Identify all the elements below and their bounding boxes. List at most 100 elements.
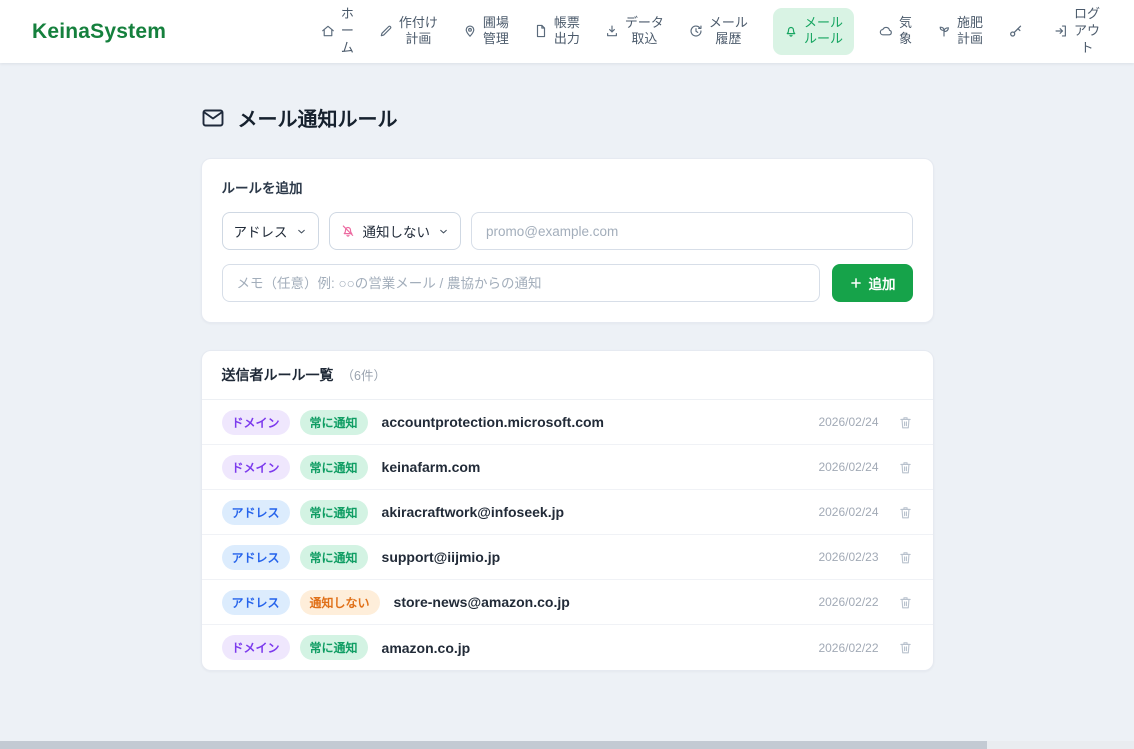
delete-rule-button[interactable] [896, 593, 915, 612]
nav-label: ログ アウ ト [1074, 6, 1100, 57]
trash-icon [898, 640, 913, 655]
nav-label: 気 象 [899, 15, 912, 49]
pencil-icon [379, 24, 393, 38]
rule-value: amazon.co.jp [382, 640, 471, 656]
rule-date: 2026/02/24 [818, 460, 878, 474]
delete-rule-button[interactable] [896, 503, 915, 522]
rule-type-badge: ドメイン [222, 410, 290, 435]
trash-icon [898, 505, 913, 520]
nav-item-key[interactable] [1008, 24, 1029, 39]
rule-type-badge: アドレス [222, 590, 290, 615]
nav-item-planting-plan[interactable]: 作付け 計画 [379, 15, 438, 49]
scrollbar-thumb[interactable] [0, 741, 987, 749]
page-title: メール通知ルール [238, 103, 398, 132]
rule-list-card: 送信者ルール一覧 （6件） ドメイン 常に通知 accountprotectio… [201, 350, 934, 671]
bell-slash-icon [341, 224, 355, 238]
nav-item-mail-history[interactable]: メール 履歴 [689, 15, 748, 49]
rule-row: アドレス 常に通知 akiracraftwork@infoseek.jp 202… [202, 490, 933, 535]
rule-action-badge: 常に通知 [300, 500, 368, 525]
download-icon [605, 24, 619, 38]
nav-item-home[interactable]: ホ ー ム [321, 6, 354, 57]
nav-label: 施肥 計画 [957, 15, 983, 49]
delete-rule-button[interactable] [896, 458, 915, 477]
rule-list-heading: 送信者ルール一覧 [222, 365, 334, 385]
nav-label: 帳票 出力 [554, 15, 580, 49]
main-nav: ホ ー ム 作付け 計画 圃場 管理 帳票 出力 データ 取込 [321, 6, 1100, 57]
cloud-icon [879, 24, 893, 38]
main-content: メール通知ルール ルールを追加 アドレス 通知しない [201, 63, 934, 671]
delete-rule-button[interactable] [896, 548, 915, 567]
rule-action-badge: 常に通知 [300, 635, 368, 660]
nav-item-logout[interactable]: ログ アウ ト [1054, 6, 1100, 57]
chevron-down-icon [438, 226, 449, 237]
rule-value: support@iijmio.jp [382, 549, 501, 565]
rule-type-select[interactable]: アドレス [222, 212, 319, 250]
history-icon [689, 24, 703, 38]
rule-type-badge: アドレス [222, 500, 290, 525]
page-title-row: メール通知ルール [201, 103, 934, 132]
rule-action-badge: 常に通知 [300, 410, 368, 435]
nav-label: 圃場 管理 [483, 15, 509, 49]
rule-action-badge: 常に通知 [300, 545, 368, 570]
nav-item-report-output[interactable]: 帳票 出力 [534, 15, 580, 49]
add-rule-row-1: アドレス 通知しない [222, 212, 913, 250]
nav-item-data-import[interactable]: データ 取込 [605, 15, 664, 49]
rule-date: 2026/02/22 [818, 595, 878, 609]
add-rule-button[interactable]: 追加 [832, 264, 913, 302]
nav-label: メール 履歴 [709, 15, 748, 49]
chevron-down-icon [296, 226, 307, 237]
rule-type-badge: ドメイン [222, 455, 290, 480]
rule-value: accountprotection.microsoft.com [382, 414, 604, 430]
nav-item-mail-rules[interactable]: メール ルール [773, 8, 854, 56]
rule-list-header: 送信者ルール一覧 （6件） [202, 351, 933, 400]
nav-label: ホ ー ム [341, 6, 354, 57]
trash-icon [898, 460, 913, 475]
add-rule-row-2: 追加 [222, 264, 913, 302]
rule-type-select-value: アドレス [234, 221, 288, 241]
logout-icon [1054, 24, 1068, 38]
rule-action-badge: 常に通知 [300, 455, 368, 480]
rule-row: ドメイン 常に通知 accountprotection.microsoft.co… [202, 400, 933, 445]
rule-row: アドレス 通知しない store-news@amazon.co.jp 2026/… [202, 580, 933, 625]
rule-row: アドレス 常に通知 support@iijmio.jp 2026/02/23 [202, 535, 933, 580]
rule-date: 2026/02/24 [818, 505, 878, 519]
plus-icon [849, 276, 863, 290]
add-button-label: 追加 [869, 273, 896, 293]
rule-row: ドメイン 常に通知 amazon.co.jp 2026/02/22 [202, 625, 933, 670]
rule-action-badge: 通知しない [300, 590, 380, 615]
add-rule-card: ルールを追加 アドレス 通知しない [201, 158, 934, 323]
document-icon [534, 24, 548, 38]
rule-value: keinafarm.com [382, 459, 481, 475]
nav-item-fertilizer-plan[interactable]: 施肥 計画 [937, 15, 983, 49]
rule-count: （6件） [342, 365, 386, 384]
nav-label: 作付け 計画 [399, 15, 438, 49]
notify-action-select-value: 通知しない [363, 221, 431, 241]
key-icon [1008, 24, 1023, 39]
address-input[interactable] [471, 212, 913, 250]
rule-date: 2026/02/24 [818, 415, 878, 429]
rule-type-badge: アドレス [222, 545, 290, 570]
brand-logo[interactable]: KeinaSystem [32, 20, 166, 44]
sprout-icon [937, 24, 951, 38]
trash-icon [898, 595, 913, 610]
horizontal-scrollbar[interactable] [0, 741, 1134, 749]
trash-icon [898, 415, 913, 430]
notify-action-select[interactable]: 通知しない [329, 212, 462, 250]
trash-icon [898, 550, 913, 565]
delete-rule-button[interactable] [896, 638, 915, 657]
delete-rule-button[interactable] [896, 413, 915, 432]
home-icon [321, 24, 335, 38]
nav-item-weather[interactable]: 気 象 [879, 15, 912, 49]
rule-date: 2026/02/22 [818, 641, 878, 655]
nav-label: データ 取込 [625, 15, 664, 49]
rule-type-badge: ドメイン [222, 635, 290, 660]
bell-icon [784, 24, 798, 38]
map-pin-icon [463, 24, 477, 38]
add-rule-heading: ルールを追加 [222, 177, 913, 197]
memo-input[interactable] [222, 264, 820, 302]
rule-value: akiracraftwork@infoseek.jp [382, 504, 565, 520]
rule-row: ドメイン 常に通知 keinafarm.com 2026/02/24 [202, 445, 933, 490]
nav-item-field-management[interactable]: 圃場 管理 [463, 15, 509, 49]
header: KeinaSystem ホ ー ム 作付け 計画 圃場 管理 帳票 出力 [0, 0, 1134, 63]
mail-icon [201, 106, 225, 130]
